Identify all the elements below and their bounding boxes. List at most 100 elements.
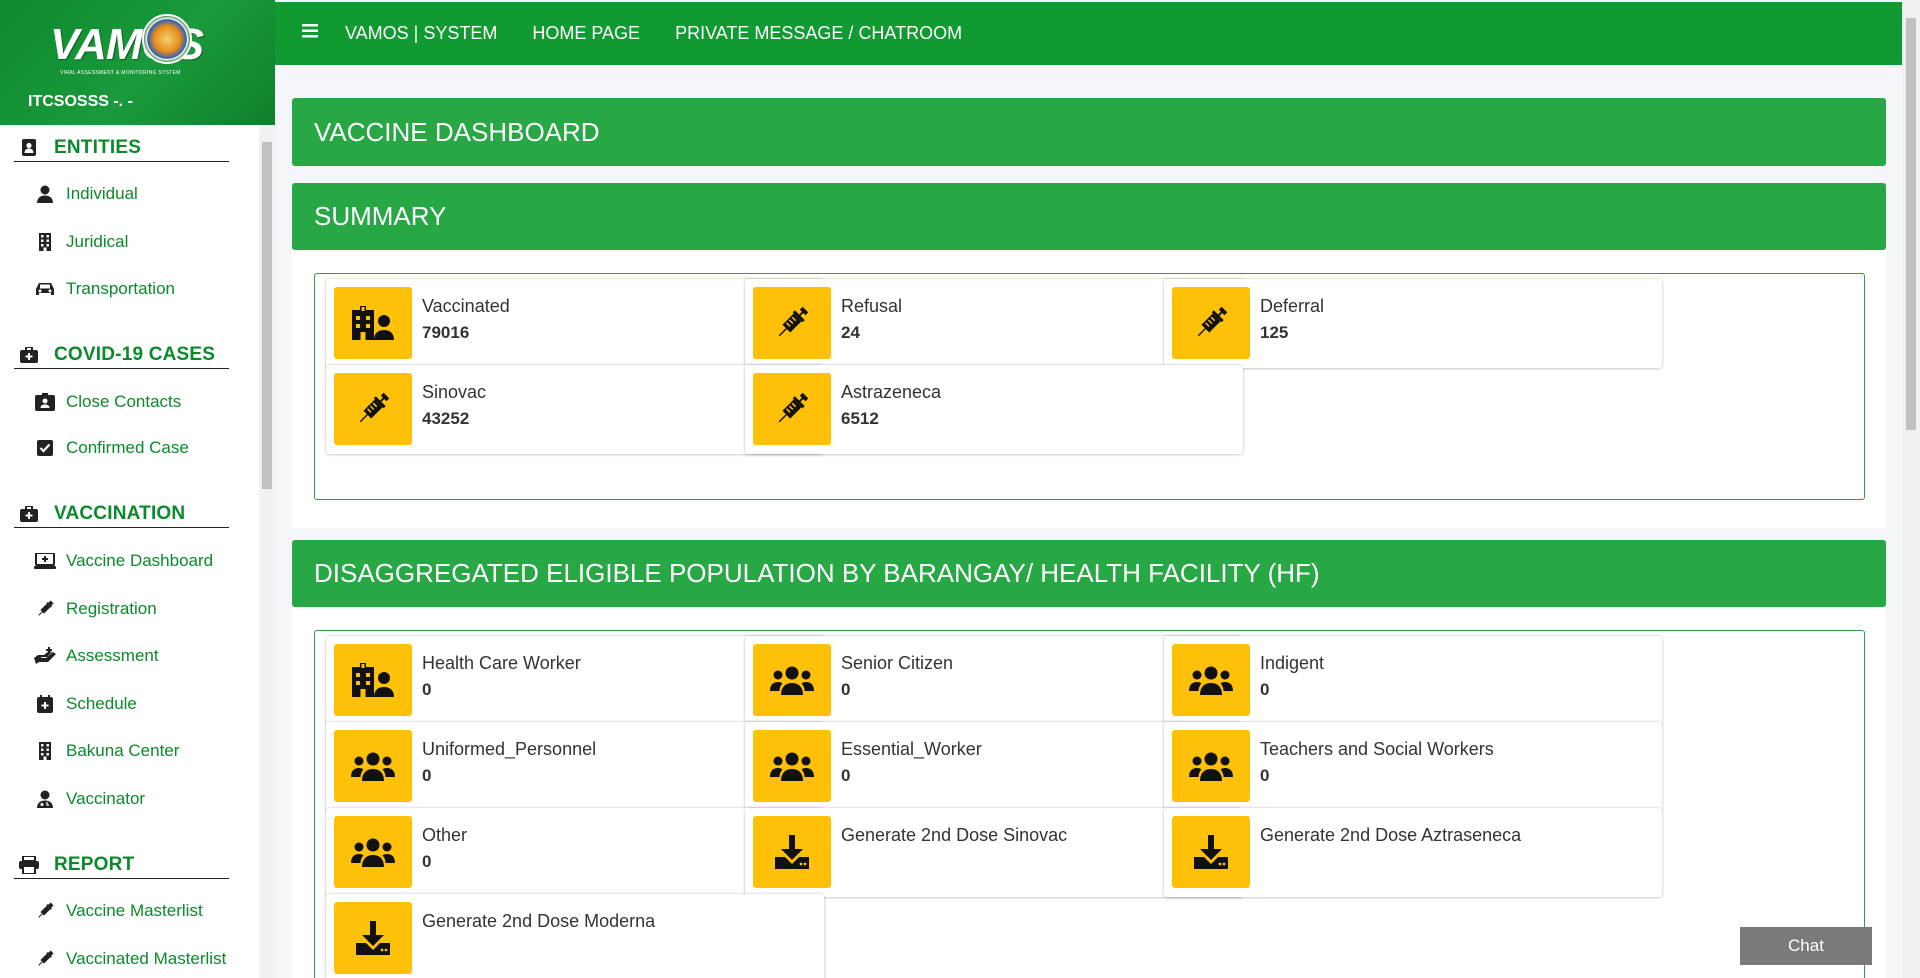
info-box-value: 0 [422,680,432,699]
info-box-indigent[interactable]: Indigent 0 [1164,636,1662,725]
info-box-deferral[interactable]: Deferral 125 [1164,279,1662,368]
info-box-label: Teachers and Social Workers [1260,739,1494,759]
calendar-plus-icon [34,695,56,713]
info-box-label: Generate 2nd Dose Moderna [422,911,656,931]
info-box-label: Senior Citizen [841,653,954,673]
users-icon [1172,644,1250,716]
info-box-label: Deferral [1260,296,1325,316]
city-seal-icon [142,14,192,64]
users-icon [334,730,412,802]
user-name: ITCSOSSS -. - [28,93,133,110]
dashboard-title: VACCINE DASHBOARD [292,98,1886,166]
users-icon [753,730,831,802]
summary-panel: Vaccinated 79016 Refusal 24 Deferral 125 Sinov… [292,250,1886,528]
population-panel: Health Care Worker 0 Senior Citizen 0 Indige… [292,607,1886,978]
chat-button[interactable]: Chat [1740,927,1872,965]
brand-header: VAMOS VIRAL ASSESSMENT & MONITORING SYST… [0,0,275,125]
syringe-icon [34,902,56,920]
users-icon [1172,730,1250,802]
info-box-label: Generate 2nd Dose Sinovac [841,825,1068,845]
sidebar-item-registration[interactable]: Registration [34,595,157,623]
info-box-value: 0 [841,680,851,699]
hamburger-menu-button[interactable] [275,2,345,65]
sidebar-item-transportation[interactable]: Transportation [34,275,175,303]
building-icon [34,233,56,251]
sidebar-item-bakuna-center[interactable]: Bakuna Center [34,737,179,765]
download-icon [1172,816,1250,888]
sidebar-item-confirmed-case[interactable]: Confirmed Case [34,434,189,462]
car-icon [34,281,56,297]
sidebar-item-assessment[interactable]: Assessment [34,642,159,670]
page-scrollbar-thumb[interactable] [1906,18,1916,430]
sidebar-item-juridical[interactable]: Juridical [34,228,128,256]
info-box-label: Indigent [1260,653,1325,673]
info-box-value: 24 [841,323,860,342]
syringe-icon [34,600,56,618]
building-icon [34,742,56,760]
info-box-astrazeneca[interactable]: Astrazeneca 6512 [745,365,1243,454]
sidebar-item-schedule[interactable]: Schedule [34,690,137,718]
info-box-value: 43252 [422,409,470,428]
laptop-medical-icon [34,552,56,570]
download-icon [334,902,412,974]
hospital-user-icon [334,287,412,359]
sidebar-scrollbar-thumb[interactable] [262,142,272,489]
info-box-value: 0 [1260,680,1270,699]
syringe-icon [34,950,56,968]
hamburger-icon [302,24,318,43]
sidebar-item-individual[interactable]: Individual [34,180,138,208]
section-header-vaccination: VACCINATION [14,500,229,528]
info-box-label: Essential_Worker [841,739,982,759]
info-box-teachers-and-social-workers[interactable]: Teachers and Social Workers 0 [1164,722,1662,811]
info-box-value: 6512 [841,409,879,428]
info-box-label: Other [422,825,468,845]
info-box-label: Generate 2nd Dose Aztraseneca [1260,825,1522,845]
hand-holding-medical-icon [34,647,56,665]
sidebar-item-vaccine-dashboard[interactable]: Vaccine Dashboard [34,547,213,575]
syringe-icon [753,287,831,359]
info-box-value: 125 [1260,323,1289,342]
section-header-report: REPORT [14,851,229,879]
nav-link-private-message[interactable]: PRIVATE MESSAGE / CHATROOM [675,23,962,44]
info-box-generate-2nd-dose-aztraseneca[interactable]: Generate 2nd Dose Aztraseneca [1164,808,1662,897]
population-header: DISAGGREGATED ELIGIBLE POPULATION BY BAR… [292,540,1886,607]
hospital-user-icon [334,644,412,716]
info-box-value: 79016 [422,323,470,342]
summary-box: Vaccinated 79016 Refusal 24 Deferral 125 Sinov… [314,273,1865,500]
medkit-icon [14,505,44,522]
info-box-label: Health Care Worker [422,653,581,673]
info-box-value: 0 [1260,766,1270,785]
summary-header: SUMMARY [292,183,1886,250]
info-box-label: Astrazeneca [841,382,942,402]
info-box-label: Refusal [841,296,903,316]
info-box-value: 0 [422,766,432,785]
check-square-icon [34,440,56,456]
medkit-icon [14,346,44,363]
nav-link-vamos-system[interactable]: VAMOS | SYSTEM [345,23,497,44]
info-box-value: 0 [841,766,851,785]
sidebar-item-vaccinated-masterlist[interactable]: Vaccinated Masterlist [34,945,226,973]
info-box-label: Uniformed_Personnel [422,739,597,759]
info-box-label: Vaccinated [422,296,510,316]
population-box: Health Care Worker 0 Senior Citizen 0 Indige… [314,630,1865,978]
print-icon [14,855,44,874]
download-icon [753,816,831,888]
vamos-logo[interactable]: VAMOS VIRAL ASSESSMENT & MONITORING SYST… [50,8,210,83]
info-box-value: 0 [422,852,432,871]
info-box-label: Sinovac [422,382,487,402]
info-box-generate-2nd-dose-moderna[interactable]: Generate 2nd Dose Moderna [326,894,824,978]
users-icon [334,816,412,888]
user-icon [34,185,56,203]
top-navbar: VAMOS | SYSTEM HOME PAGE PRIVATE MESSAGE… [275,2,1902,65]
id-badge-icon [34,393,56,411]
sidebar: VAMOS VIRAL ASSESSMENT & MONITORING SYST… [0,0,275,978]
sidebar-item-vaccine-masterlist[interactable]: Vaccine Masterlist [34,897,203,925]
sidebar-item-vaccinator[interactable]: Vaccinator [34,785,145,813]
address-card-icon [14,139,44,156]
syringe-icon [1172,287,1250,359]
nav-link-home-page[interactable]: HOME PAGE [532,23,640,44]
sidebar-item-close-contacts[interactable]: Close Contacts [34,388,181,416]
user-md-icon [34,790,56,808]
section-header-covid-cases: COVID-19 CASES [14,341,229,369]
users-icon [753,644,831,716]
